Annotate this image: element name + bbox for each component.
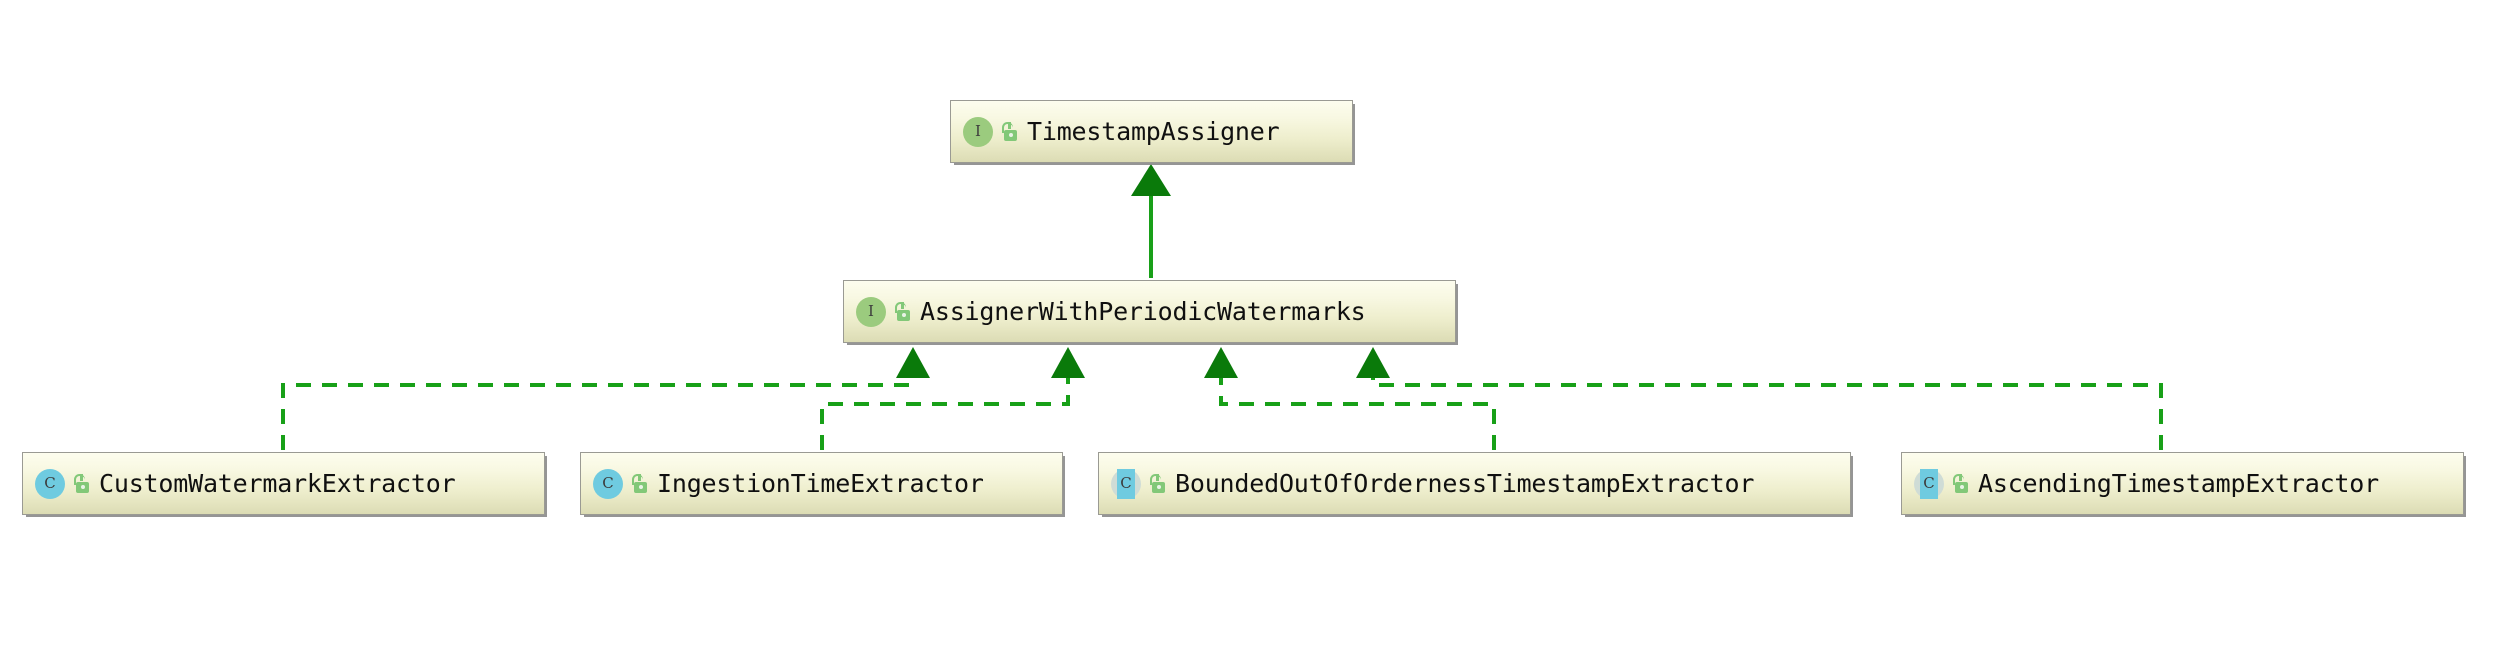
edge-implements-custom [281, 347, 930, 450]
interface-stereotype-icon: I [963, 116, 993, 147]
open-padlock-icon [1953, 473, 1969, 493]
edge-implements-bounded [1204, 347, 1496, 450]
open-padlock-icon [1002, 121, 1018, 141]
open-padlock-icon [74, 473, 90, 493]
node-assigner-with-periodic-watermarks[interactable]: I AssignerWithPeriodicWatermarks [843, 280, 1456, 343]
node-label: IngestionTimeExtractor [657, 469, 984, 498]
open-padlock-icon [632, 473, 648, 493]
abstract-class-stereotype-icon: C [1111, 468, 1141, 499]
class-diagram-canvas: I TimestampAssigner I AssignerWithPeriod… [0, 0, 2504, 654]
class-stereotype-icon: C [593, 468, 623, 499]
node-label: CustomWatermarkExtractor [99, 469, 456, 498]
node-label: AssignerWithPeriodicWatermarks [920, 297, 1366, 326]
node-label: AscendingTimestampExtractor [1978, 469, 2379, 498]
node-label: BoundedOutOfOrdernessTimestampExtractor [1175, 469, 1755, 498]
class-stereotype-icon: C [35, 468, 65, 499]
edge-implements-ascending [1356, 347, 2163, 450]
abstract-class-stereotype-icon: C [1914, 468, 1944, 499]
node-ascending-timestamp-extractor[interactable]: C AscendingTimestampExtractor [1901, 452, 2464, 515]
node-ingestion-time-extractor[interactable]: C IngestionTimeExtractor [580, 452, 1063, 515]
edge-extends [1131, 164, 1171, 278]
edge-implements-ingestion [820, 347, 1085, 450]
interface-stereotype-icon: I [856, 296, 886, 327]
node-label: TimestampAssigner [1027, 117, 1280, 146]
node-bounded-out-of-orderness-timestamp-extractor[interactable]: C BoundedOutOfOrdernessTimestampExtracto… [1098, 452, 1851, 515]
node-custom-watermark-extractor[interactable]: C CustomWatermarkExtractor [22, 452, 545, 515]
open-padlock-icon [895, 301, 911, 321]
node-timestamp-assigner[interactable]: I TimestampAssigner [950, 100, 1353, 163]
open-padlock-icon [1150, 473, 1166, 493]
